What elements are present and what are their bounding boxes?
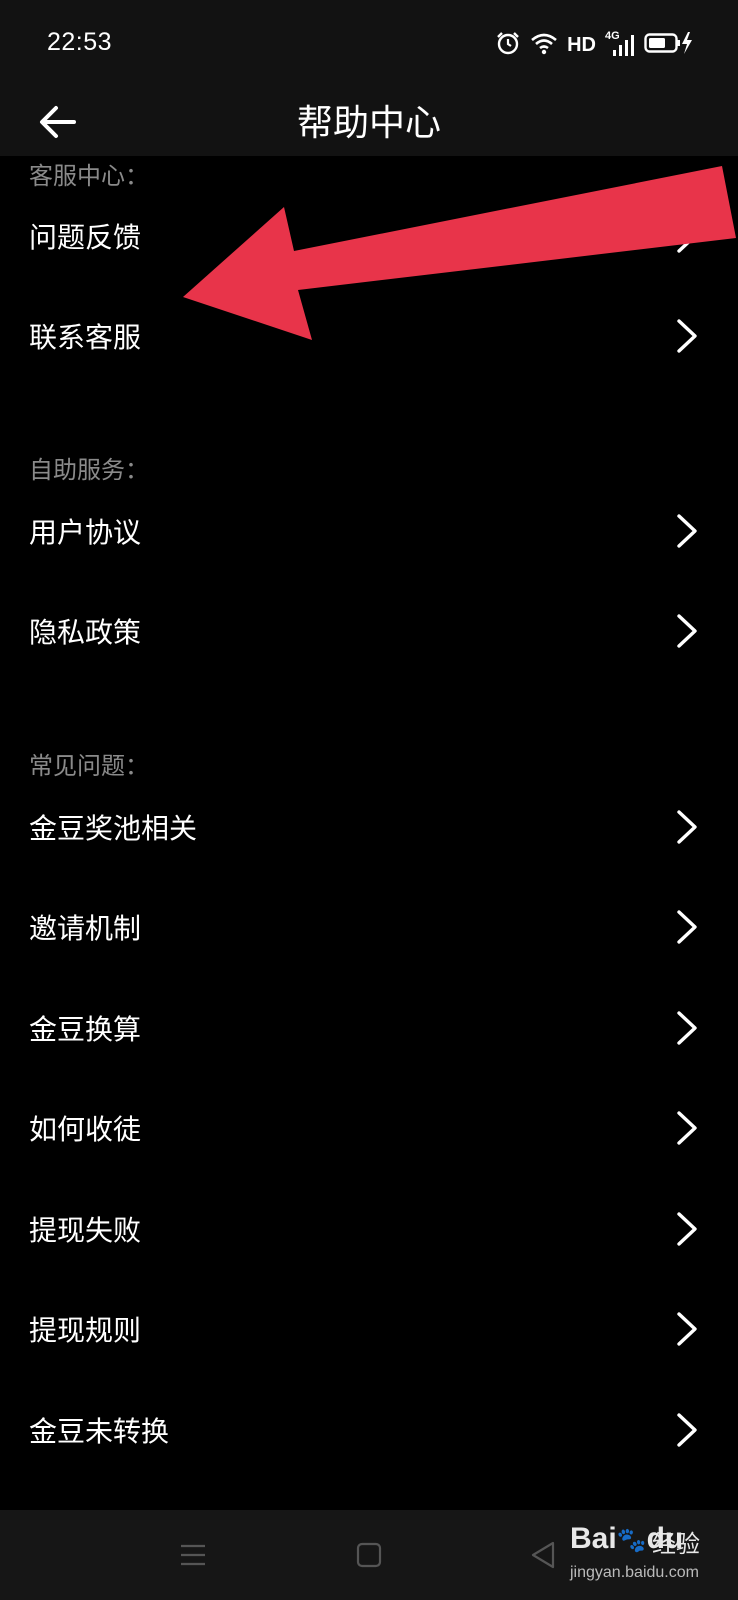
list-item-label: 金豆未转换	[29, 1415, 170, 1448]
list-item-label: 金豆奖池相关	[29, 812, 198, 845]
list-item-bean-not-converted[interactable]: 金豆未转换	[0, 1380, 738, 1480]
list-item-label: 提现失败	[29, 1214, 142, 1247]
status-icons: HD 4G	[495, 30, 694, 60]
page-title: 帮助中心	[296, 103, 441, 144]
status-bar: 22:53 HD 4G	[0, 0, 738, 90]
chevron-right-icon	[677, 319, 697, 353]
section-heading-self-service: 自助服务：	[29, 456, 149, 484]
list-item-invite-mechanism[interactable]: 邀请机制	[0, 877, 738, 977]
watermark-url: jingyan.baidu.com	[570, 1564, 699, 1581]
chevron-right-icon	[677, 1413, 697, 1447]
wifi-icon	[530, 31, 558, 59]
menu-icon	[181, 1544, 205, 1566]
chevron-right-icon	[677, 810, 697, 844]
list-item-label: 用户协议	[29, 516, 142, 549]
list-item-label: 提现规则	[29, 1314, 142, 1347]
chevron-right-icon	[677, 1111, 697, 1145]
list-item-bean-conversion[interactable]: 金豆换算	[0, 978, 738, 1078]
list-item-contact-service[interactable]: 联系客服	[0, 286, 738, 386]
triangle-back-icon	[531, 1541, 555, 1569]
home-button[interactable]	[346, 1532, 392, 1578]
chevron-right-icon	[677, 1011, 697, 1045]
hd-label: HD	[567, 33, 596, 56]
chevron-right-icon	[677, 910, 697, 944]
alarm-icon	[495, 30, 521, 60]
list-item-withdraw-failed[interactable]: 提现失败	[0, 1179, 738, 1279]
list-item-feedback[interactable]: 问题反馈	[0, 186, 738, 286]
chevron-right-icon	[677, 219, 697, 253]
paw-icon: 🐾	[616, 1527, 647, 1554]
baidu-watermark: Bai🐾du 经验 jingyan.baidu.com	[560, 1520, 730, 1592]
list-item-label: 隐私政策	[29, 616, 142, 649]
home-square-icon	[356, 1542, 382, 1568]
list-item-jackpot[interactable]: 金豆奖池相关	[0, 777, 738, 877]
battery-icon	[644, 31, 694, 59]
list-item-label: 如何收徒	[29, 1113, 142, 1146]
chevron-right-icon	[677, 614, 697, 648]
list-item-privacy-policy[interactable]: 隐私政策	[0, 581, 738, 681]
status-time: 22:53	[47, 28, 113, 56]
list-item-recruit-apprentice[interactable]: 如何收徒	[0, 1078, 738, 1178]
chevron-right-icon	[677, 1312, 697, 1346]
cell-signal-icon: 4G	[605, 30, 635, 58]
list-item-label: 联系客服	[29, 321, 142, 354]
list-item-user-agreement[interactable]: 用户协议	[0, 481, 738, 581]
app-header: 帮助中心	[0, 90, 738, 156]
section-heading-faq: 常见问题：	[29, 752, 149, 780]
list-item-withdraw-rules[interactable]: 提现规则	[0, 1279, 738, 1379]
list-item-label: 问题反馈	[29, 221, 142, 254]
chevron-right-icon	[677, 1212, 697, 1246]
list-item-label: 金豆换算	[29, 1013, 142, 1046]
list-item-label: 邀请机制	[29, 912, 142, 945]
chevron-right-icon	[677, 514, 697, 548]
watermark-jingyan: 经验	[652, 1530, 700, 1558]
menu-button[interactable]	[170, 1532, 216, 1578]
